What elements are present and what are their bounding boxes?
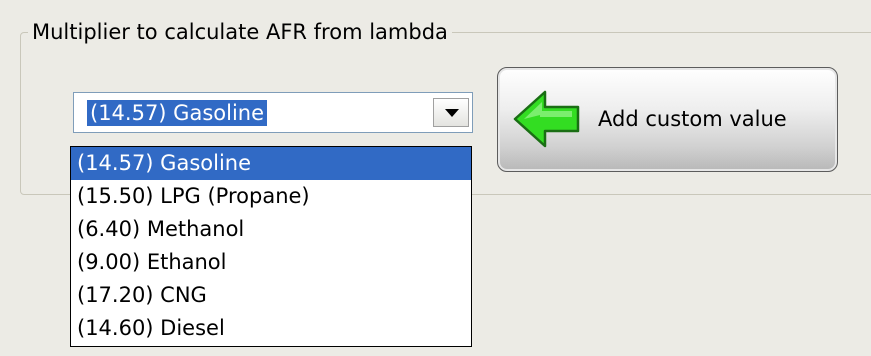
arrow-left-icon [513,90,580,148]
chevron-down-icon [445,109,459,117]
dropdown-option-cng[interactable]: (17.20) CNG [71,279,471,312]
add-custom-value-label: Add custom value [598,107,787,131]
dropdown-option-methanol[interactable]: (6.40) Methanol [71,213,471,246]
add-custom-value-button[interactable]: Add custom value [497,67,838,172]
dropdown-option-lpg[interactable]: (15.50) LPG (Propane) [71,180,471,213]
groupbox-title: Multiplier to calculate AFR from lambda [28,19,452,45]
dropdown-option-gasoline[interactable]: (14.57) Gasoline [71,147,471,180]
dropdown-option-ethanol[interactable]: (9.00) Ethanol [71,246,471,279]
combobox-dropdown-button[interactable] [433,98,469,127]
fuel-type-combobox[interactable]: (14.57) Gasoline [73,92,473,133]
combobox-selected-value[interactable]: (14.57) Gasoline [87,100,268,126]
dropdown-option-diesel[interactable]: (14.60) Diesel [71,312,471,345]
fuel-type-dropdown-list[interactable]: (14.57) Gasoline (15.50) LPG (Propane) (… [70,146,472,347]
